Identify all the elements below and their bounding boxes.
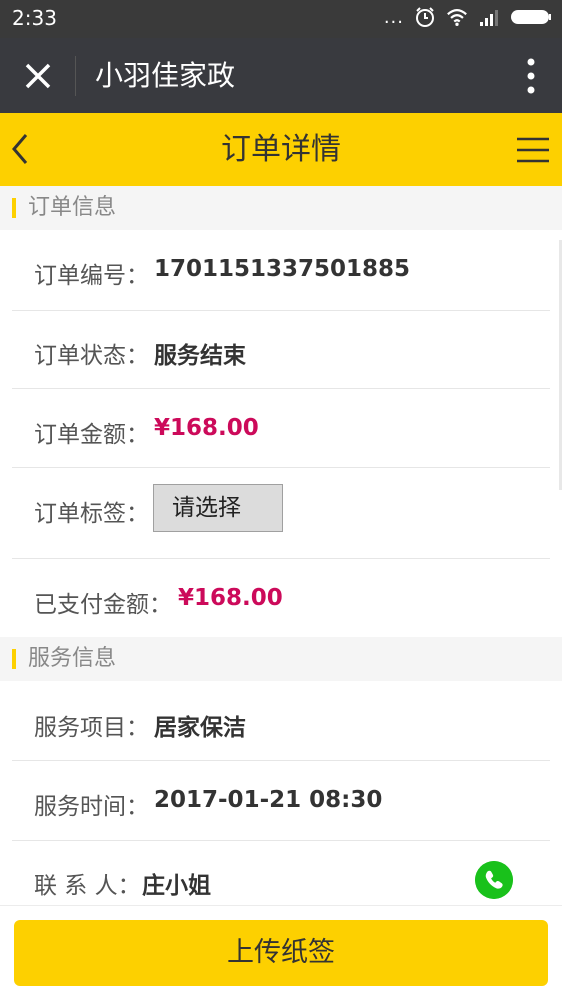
status-icons: ...	[384, 6, 552, 28]
wechat-page-title: 小羽佳家政	[95, 59, 236, 92]
wechat-title-bar: 小羽佳家政	[0, 38, 562, 113]
status-bar: 2:33 ...	[0, 0, 562, 38]
alarm-icon	[416, 7, 434, 27]
close-icon[interactable]	[20, 58, 56, 94]
order-info-section-header: 订单信息	[0, 186, 562, 230]
order-number-value: 1701151337501885	[154, 256, 411, 282]
paid-amount-label: 已支付金额：	[34, 592, 172, 618]
service-item-row: 服务项目： 居家保洁	[12, 681, 550, 761]
order-status-value: 服务结束	[154, 343, 246, 369]
order-tag-label: 订单标签：	[34, 501, 149, 527]
signal-icon	[480, 10, 498, 26]
section-title: 服务信息	[28, 646, 117, 671]
menu-icon[interactable]	[516, 135, 550, 165]
service-info-section-header: 服务信息	[0, 637, 562, 681]
order-tag-select[interactable]: 请选择	[153, 484, 283, 532]
service-item-value: 居家保洁	[154, 715, 246, 741]
contact-row: 联 系 人： 庄小姐	[12, 841, 550, 905]
order-number-row: 订单编号： 1701151337501885	[12, 230, 550, 311]
page-header: 订单详情	[0, 113, 562, 186]
paid-amount-row: 已支付金额： ¥168.00	[12, 559, 550, 637]
service-time-label: 服务时间：	[34, 794, 149, 820]
divider	[75, 56, 76, 96]
order-amount-value: ¥168.00	[154, 415, 259, 441]
order-tag-row: 订单标签： 请选择	[12, 468, 550, 559]
order-number-label: 订单编号：	[34, 263, 149, 289]
upload-sign-button[interactable]: 上传纸签	[14, 920, 548, 986]
contact-label: 联 系 人：	[34, 873, 141, 899]
battery-icon	[511, 10, 551, 24]
service-item-label: 服务项目：	[34, 715, 149, 741]
order-status-label: 订单状态：	[34, 343, 149, 369]
bottom-bar: 上传纸签	[0, 905, 562, 1001]
order-amount-row: 订单金额： ¥168.00	[12, 389, 550, 468]
page-title: 订单详情	[221, 132, 341, 167]
contact-value: 庄小姐	[142, 873, 211, 899]
order-status-row: 订单状态： 服务结束	[12, 311, 550, 389]
service-time-value: 2017-01-21 08:30	[154, 787, 383, 813]
more-icon[interactable]	[526, 56, 536, 96]
wifi-icon	[447, 9, 467, 26]
status-time: 2:33	[12, 6, 57, 30]
section-title: 订单信息	[28, 195, 117, 220]
order-amount-label: 订单金额：	[34, 422, 149, 448]
section-accent-bar	[12, 198, 16, 218]
status-dots: ...	[383, 6, 404, 28]
back-icon[interactable]	[6, 131, 36, 167]
phone-icon[interactable]	[475, 861, 513, 899]
section-accent-bar	[12, 649, 16, 669]
service-time-row: 服务时间： 2017-01-21 08:30	[12, 761, 550, 841]
paid-amount-value: ¥168.00	[178, 585, 283, 611]
